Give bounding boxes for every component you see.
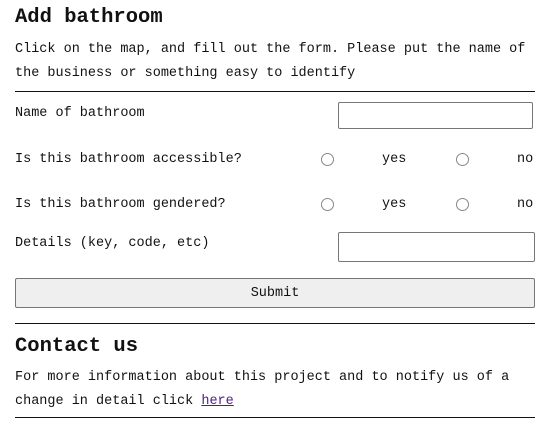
details-input[interactable] <box>338 232 535 262</box>
divider <box>15 417 535 418</box>
details-label: Details (key, code, etc) <box>15 236 210 251</box>
accessible-yes-radio[interactable] <box>321 153 334 166</box>
accessible-label: Is this bathroom accessible? <box>15 152 242 167</box>
add-bathroom-title: Add bathroom <box>15 6 163 29</box>
divider <box>15 323 535 324</box>
accessible-no-label: no <box>517 152 534 167</box>
contact-text-body: For more information about this project … <box>15 370 510 409</box>
submit-button[interactable]: Submit <box>15 278 535 308</box>
gendered-no-label: no <box>517 197 534 212</box>
accessible-no-radio[interactable] <box>456 153 469 166</box>
gendered-yes-radio[interactable] <box>321 198 334 211</box>
contact-text: For more information about this project … <box>15 366 540 414</box>
contact-title: Contact us <box>15 335 139 358</box>
name-label: Name of bathroom <box>15 106 145 121</box>
contact-here-link[interactable]: here <box>201 394 233 409</box>
add-instructions: Click on the map, and fill out the form.… <box>15 42 526 81</box>
gendered-yes-label: yes <box>382 197 407 212</box>
accessible-yes-label: yes <box>382 152 407 167</box>
divider <box>15 91 535 92</box>
gendered-no-radio[interactable] <box>456 198 469 211</box>
gendered-label: Is this bathroom gendered? <box>15 197 226 212</box>
bathroom-name-input[interactable] <box>338 102 533 129</box>
